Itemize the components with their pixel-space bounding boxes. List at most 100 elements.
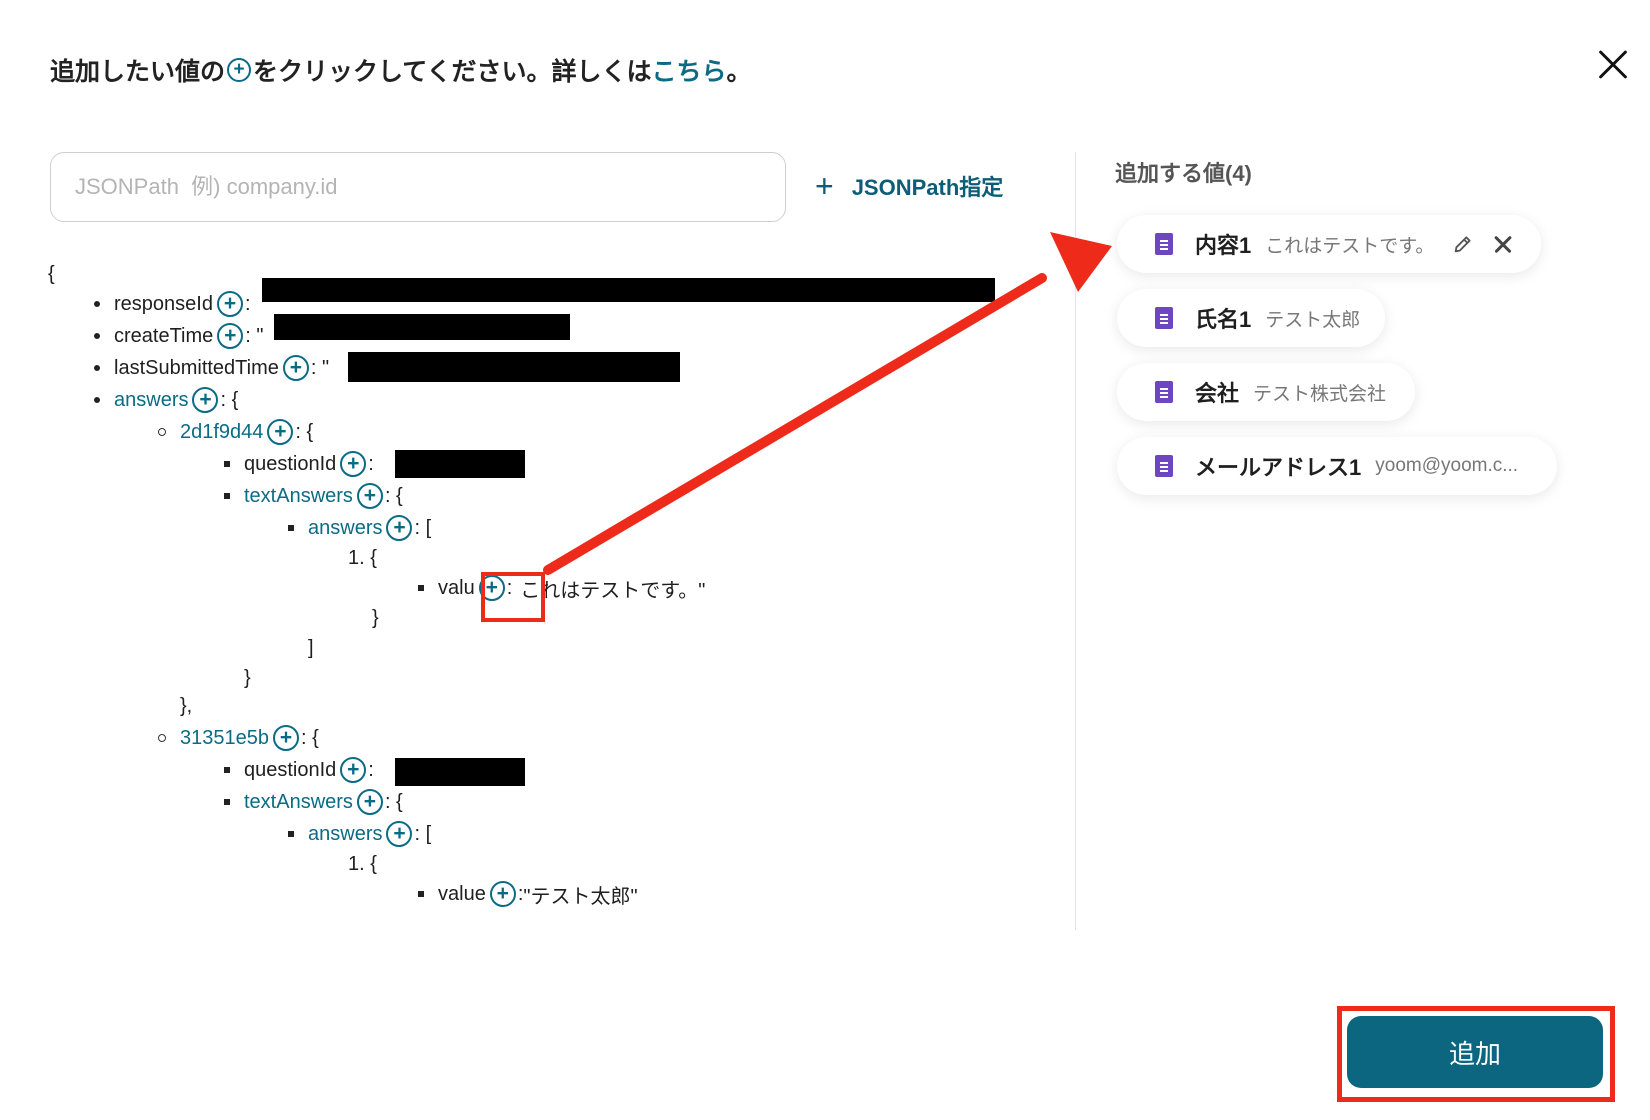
- add-value-button[interactable]: +: [340, 451, 367, 477]
- header-text-3: 。: [726, 58, 752, 86]
- tree-row-answers-array: answers + : [: [288, 512, 431, 544]
- bullet: [288, 525, 294, 531]
- tree-array-close: ]: [308, 636, 314, 659]
- key-answers[interactable]: answers: [114, 389, 188, 412]
- tree-row-answers-array: answers + : [: [288, 818, 431, 850]
- selected-value-chip[interactable]: メールアドレス1 yoom@yoom.c...: [1117, 437, 1557, 495]
- key-questionId: questionId: [244, 452, 337, 475]
- redaction-bar: [348, 352, 680, 382]
- bullet: [94, 333, 100, 339]
- key-textAnswers[interactable]: textAnswers: [244, 485, 353, 508]
- sep: : {: [220, 388, 239, 411]
- chip-name: 内容1: [1195, 233, 1252, 258]
- add-value-button[interactable]: +: [386, 515, 413, 541]
- tree-row-questionId: questionId + :: [224, 448, 374, 480]
- jsonpath-input[interactable]: [50, 152, 786, 222]
- tree-row-textAnswers: textAnswers + : {: [224, 786, 403, 818]
- tree-row-lastSubmittedTime: lastSubmittedTime + : ": [94, 352, 329, 384]
- sep: :: [244, 292, 251, 315]
- help-link[interactable]: こちら: [652, 52, 727, 88]
- plus-icon: +: [815, 168, 834, 204]
- key-value: value: [438, 882, 486, 905]
- bullet: [224, 461, 230, 467]
- json-tree[interactable]: { responseId + : createTime + : " lastSu…: [0, 258, 1060, 930]
- key-answers[interactable]: answers: [308, 823, 382, 846]
- selected-value-chip[interactable]: 氏名1 テスト太郎: [1117, 289, 1385, 347]
- pencil-icon[interactable]: [1452, 231, 1474, 257]
- redaction-bar: [395, 758, 525, 786]
- add-value-button[interactable]: +: [356, 483, 383, 509]
- sep: :: [368, 758, 374, 781]
- add-value-button[interactable]: +: [340, 757, 367, 783]
- add-button[interactable]: 追加: [1347, 1016, 1603, 1088]
- plus-circle-icon: +: [227, 58, 252, 82]
- add-value-button[interactable]: +: [282, 355, 309, 381]
- redaction-bar: [395, 450, 525, 478]
- doc-icon: [1155, 455, 1173, 477]
- chip-name: 会社: [1195, 381, 1240, 406]
- tree-row-group: 2d1f9d44 + : {: [158, 416, 313, 448]
- value-text: これはテストです。": [520, 579, 706, 602]
- selected-values-title: 追加する値(4): [1115, 161, 1252, 186]
- sep: : {: [384, 484, 403, 507]
- tree-row-value: valu + : これはテストです。": [418, 572, 705, 604]
- sep: : [: [414, 516, 432, 539]
- chip-value: テスト太郎: [1265, 309, 1361, 331]
- header-text-2: をクリックしてください。詳しくは: [253, 58, 652, 86]
- add-value-button[interactable]: +: [272, 725, 299, 751]
- add-value-button[interactable]: +: [267, 419, 294, 445]
- chip-value: これはテストです。: [1265, 235, 1435, 257]
- close-icon[interactable]: [1596, 48, 1630, 82]
- add-value-button[interactable]: +: [217, 323, 244, 349]
- selected-value-chip[interactable]: 会社 テスト株式会社: [1117, 363, 1415, 421]
- selected-value-chip[interactable]: 内容1 これはテストです。: [1117, 215, 1541, 273]
- key-createTime: createTime: [114, 324, 214, 347]
- key-answers[interactable]: answers: [308, 517, 382, 540]
- add-value-button[interactable]: +: [489, 881, 516, 907]
- value-text: "テスト太郎": [523, 885, 638, 908]
- sep: : {: [384, 790, 403, 813]
- jsonpath-specify-label: JSONPath指定: [851, 175, 1004, 200]
- key-group-id[interactable]: 2d1f9d44: [180, 421, 263, 444]
- tree-group-close: },: [180, 694, 193, 717]
- bullet: [94, 301, 100, 307]
- remove-icon[interactable]: [1492, 233, 1511, 255]
- key-textAnswers[interactable]: textAnswers: [244, 791, 353, 814]
- tree-item-open: 1. {: [348, 852, 377, 875]
- bullet: [224, 767, 230, 773]
- add-value-button[interactable]: +: [386, 821, 413, 847]
- add-value-button[interactable]: +: [356, 789, 383, 815]
- key-questionId: questionId: [244, 758, 337, 781]
- panel-divider: [1075, 152, 1076, 930]
- add-value-button[interactable]: +: [192, 387, 219, 413]
- doc-icon: [1155, 381, 1173, 403]
- tree-item-open: 1. {: [348, 546, 377, 569]
- tree-row-questionId: questionId + :: [224, 754, 374, 786]
- bullet: [224, 799, 230, 805]
- instruction-header: 追加したい値の + をクリックしてください。詳しくは こちら 。: [50, 52, 752, 88]
- tree-obj-close: }: [244, 666, 251, 689]
- redaction-bar: [262, 278, 995, 302]
- sep: : ": [310, 356, 330, 379]
- redaction-bar: [274, 314, 570, 340]
- key-group-id[interactable]: 31351e5b: [180, 727, 269, 750]
- tree-row-textAnswers: textAnswers + : {: [224, 480, 403, 512]
- bullet: [94, 397, 100, 403]
- chip-value: テスト株式会社: [1253, 383, 1387, 405]
- sep: : {: [300, 726, 319, 749]
- doc-icon: [1155, 233, 1173, 255]
- sep: : ": [245, 324, 264, 347]
- bullet: [158, 734, 166, 742]
- tree-row-createTime: createTime + : ": [94, 320, 264, 352]
- jsonpath-specify-button[interactable]: + JSONPath指定: [815, 170, 1003, 202]
- sep: : [: [414, 822, 432, 845]
- key-responseId: responseId: [114, 292, 213, 315]
- bullet: [224, 493, 230, 499]
- key-value: valu: [438, 576, 475, 599]
- add-value-button[interactable]: +: [216, 291, 243, 317]
- key-lastSubmittedTime: lastSubmittedTime: [114, 356, 279, 379]
- tree-row-answers: answers + : {: [94, 384, 238, 416]
- chip-value: yoom@yoom.c...: [1375, 455, 1519, 476]
- sep: : {: [295, 420, 314, 443]
- sep: :: [368, 452, 374, 475]
